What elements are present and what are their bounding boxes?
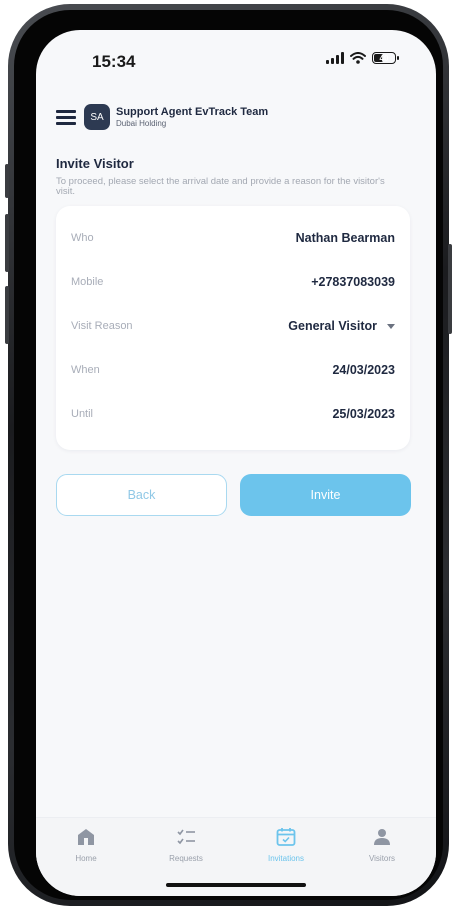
side-button-power bbox=[448, 244, 452, 334]
nav-item-home[interactable]: Home bbox=[46, 826, 126, 863]
status-time: 15:34 bbox=[92, 52, 136, 71]
nav-label-invitations: Invitations bbox=[267, 854, 305, 863]
battery-cap bbox=[397, 56, 399, 60]
status-bar: 15:34 40 bbox=[36, 30, 436, 86]
calendar-check-icon bbox=[276, 828, 296, 846]
battery-icon: 40 bbox=[372, 52, 399, 64]
side-button-volume-up bbox=[5, 214, 9, 272]
side-button-volume-down bbox=[5, 286, 9, 344]
nav-label-requests: Requests bbox=[169, 854, 203, 863]
row-mobile: Mobile +27837083039 bbox=[71, 272, 395, 292]
back-button[interactable]: Back bbox=[56, 474, 227, 516]
nav-item-visitors[interactable]: Visitors bbox=[342, 826, 422, 863]
nav-item-requests[interactable]: Requests bbox=[146, 826, 226, 863]
page-title: Invite Visitor bbox=[56, 156, 134, 171]
chevron-down-icon bbox=[387, 324, 395, 329]
header-subtitle: Dubai Holding bbox=[116, 119, 167, 128]
row-until: Until 25/03/2023 bbox=[71, 404, 395, 424]
until-date-value[interactable]: 25/03/2023 bbox=[332, 407, 395, 421]
nav-item-invitations[interactable]: Invitations bbox=[246, 826, 326, 863]
header-title: Support Agent EvTrack Team bbox=[116, 106, 269, 118]
invite-button[interactable]: Invite bbox=[240, 474, 411, 516]
when-label: When bbox=[71, 364, 100, 376]
visit-reason-label: Visit Reason bbox=[71, 320, 133, 332]
nav-label-visitors: Visitors bbox=[368, 854, 396, 863]
home-indicator[interactable] bbox=[166, 883, 306, 887]
until-label: Until bbox=[71, 408, 94, 420]
row-who: Who Nathan Bearman bbox=[71, 228, 395, 248]
mobile-label: Mobile bbox=[71, 276, 104, 288]
app-header: SA Support Agent EvTrack Team Dubai Hold… bbox=[56, 104, 268, 130]
phone-frame: 15:34 40 SA Support Agent EvTrack Team D… bbox=[5, 4, 452, 906]
app-screen: 15:34 40 SA Support Agent EvTrack Team D… bbox=[36, 30, 436, 896]
signal-icon bbox=[326, 52, 344, 64]
visit-reason-select[interactable]: General Visitor bbox=[288, 319, 395, 333]
status-icons: 40 bbox=[326, 52, 399, 64]
who-value[interactable]: Nathan Bearman bbox=[296, 231, 395, 245]
nav-label-home: Home bbox=[75, 854, 97, 863]
when-date-value[interactable]: 24/03/2023 bbox=[332, 363, 395, 377]
row-visit-reason: Visit Reason General Visitor bbox=[71, 316, 395, 336]
who-label: Who bbox=[71, 232, 94, 244]
mobile-value[interactable]: +27837083039 bbox=[311, 275, 395, 289]
home-icon bbox=[78, 829, 94, 845]
visitor-details-card: Who Nathan Bearman Mobile +27837083039 V… bbox=[56, 206, 410, 450]
row-when: When 24/03/2023 bbox=[71, 360, 395, 380]
checklist-icon bbox=[177, 829, 195, 845]
avatar[interactable]: SA bbox=[84, 104, 110, 130]
page-description: To proceed, please select the arrival da… bbox=[56, 176, 385, 197]
wifi-icon bbox=[350, 52, 366, 64]
battery-level: 40 bbox=[379, 53, 389, 63]
visit-reason-value: General Visitor bbox=[288, 319, 377, 333]
hamburger-menu-icon[interactable] bbox=[56, 109, 76, 125]
person-icon bbox=[374, 829, 390, 845]
header-text: Support Agent EvTrack Team Dubai Holding bbox=[116, 106, 268, 128]
bottom-navigation: Home Requests Invitations Visitors bbox=[36, 817, 436, 896]
side-button-action bbox=[5, 164, 9, 198]
